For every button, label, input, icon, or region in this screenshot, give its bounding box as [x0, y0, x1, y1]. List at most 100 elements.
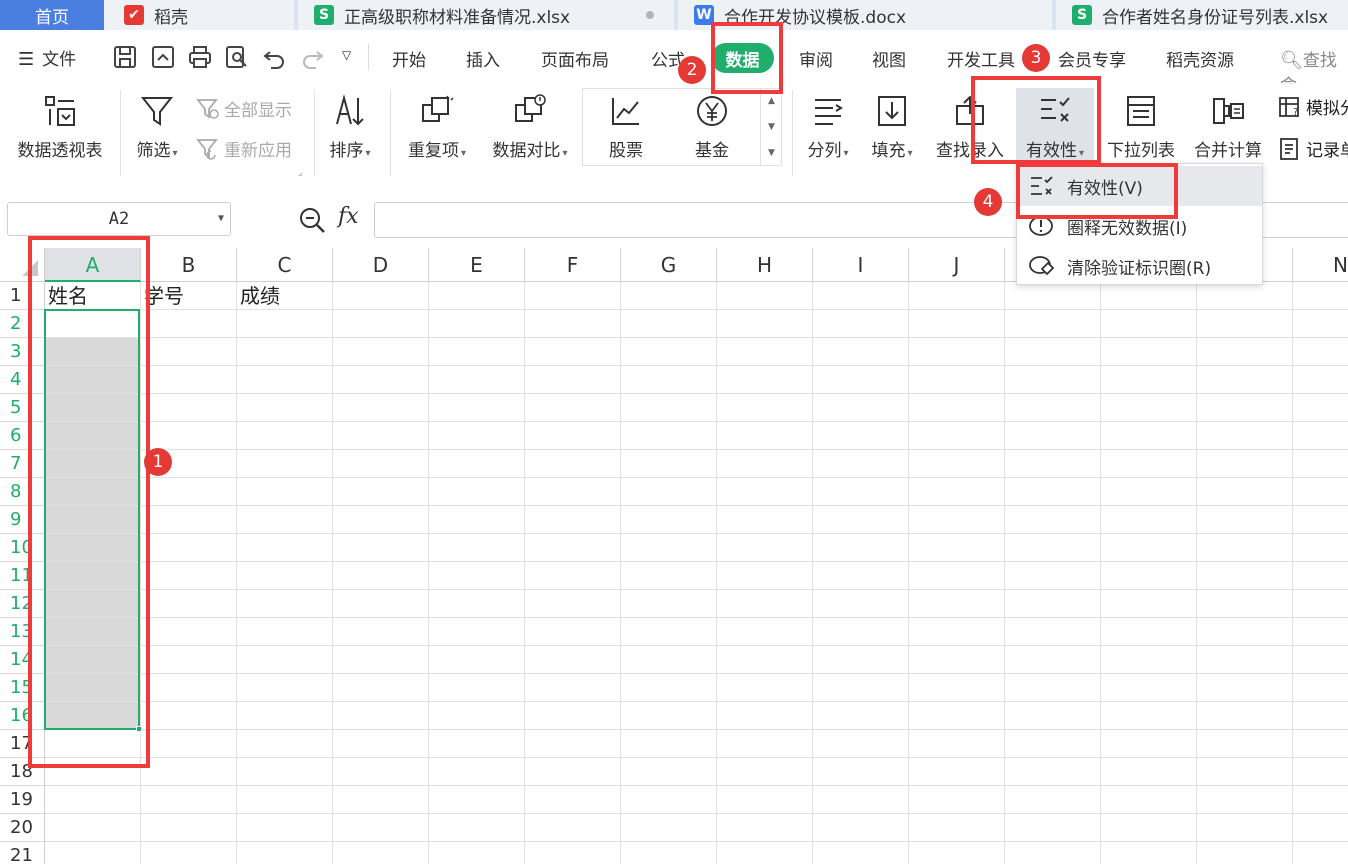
- cell[interactable]: [1197, 814, 1293, 842]
- cell[interactable]: [1101, 282, 1197, 310]
- cell[interactable]: [1197, 758, 1293, 786]
- cell[interactable]: [909, 702, 1005, 730]
- cell[interactable]: [333, 310, 429, 338]
- duplicates-button[interactable]: 重复项 ▾: [400, 94, 474, 161]
- cell[interactable]: [1293, 478, 1348, 506]
- cell[interactable]: [1005, 394, 1101, 422]
- cell[interactable]: [333, 758, 429, 786]
- cell[interactable]: [1005, 646, 1101, 674]
- cell[interactable]: [1197, 786, 1293, 814]
- cell[interactable]: [1197, 450, 1293, 478]
- cell[interactable]: [1101, 422, 1197, 450]
- cell[interactable]: [621, 422, 717, 450]
- cell[interactable]: [1197, 730, 1293, 758]
- cell[interactable]: [1197, 674, 1293, 702]
- cell[interactable]: [525, 366, 621, 394]
- file-menu[interactable]: ☰ 文件: [18, 45, 76, 70]
- cell[interactable]: [429, 338, 525, 366]
- column-header[interactable]: G: [621, 248, 717, 282]
- cell[interactable]: [909, 618, 1005, 646]
- cell[interactable]: [429, 478, 525, 506]
- cell[interactable]: [525, 338, 621, 366]
- cell[interactable]: [621, 478, 717, 506]
- cell[interactable]: [909, 646, 1005, 674]
- cell[interactable]: [1197, 478, 1293, 506]
- cell[interactable]: [813, 338, 909, 366]
- cell[interactable]: [1101, 618, 1197, 646]
- cell[interactable]: [525, 478, 621, 506]
- cell[interactable]: [237, 506, 333, 534]
- cell[interactable]: [813, 562, 909, 590]
- data-compare-button[interactable]: 数据对比 ▾: [486, 94, 574, 161]
- cell[interactable]: [429, 366, 525, 394]
- cell[interactable]: [525, 758, 621, 786]
- zoom-formula-icon[interactable]: [298, 206, 326, 234]
- cell[interactable]: [909, 562, 1005, 590]
- tab-review[interactable]: 审阅: [799, 46, 833, 71]
- cell[interactable]: [1293, 730, 1348, 758]
- cell[interactable]: [525, 422, 621, 450]
- cell[interactable]: [333, 422, 429, 450]
- cell[interactable]: [525, 534, 621, 562]
- cell[interactable]: [237, 758, 333, 786]
- column-header[interactable]: J: [909, 248, 1005, 282]
- cell[interactable]: [717, 786, 813, 814]
- cell[interactable]: [909, 786, 1005, 814]
- cell[interactable]: [1005, 758, 1101, 786]
- cell[interactable]: [621, 730, 717, 758]
- cell[interactable]: [1101, 478, 1197, 506]
- cell[interactable]: [621, 394, 717, 422]
- cell[interactable]: [621, 786, 717, 814]
- cell[interactable]: [813, 422, 909, 450]
- cell[interactable]: [621, 562, 717, 590]
- cell[interactable]: [1101, 562, 1197, 590]
- column-header[interactable]: N: [1293, 248, 1348, 282]
- cell[interactable]: [717, 478, 813, 506]
- cell[interactable]: [237, 730, 333, 758]
- cell[interactable]: [1101, 786, 1197, 814]
- cell[interactable]: [813, 814, 909, 842]
- show-all-button[interactable]: 全部显示: [196, 96, 292, 121]
- cell[interactable]: [813, 702, 909, 730]
- cell[interactable]: [141, 730, 237, 758]
- cell[interactable]: [1005, 450, 1101, 478]
- cell[interactable]: [1293, 590, 1348, 618]
- cell[interactable]: [237, 422, 333, 450]
- cell[interactable]: [621, 618, 717, 646]
- cell[interactable]: [1101, 394, 1197, 422]
- cell[interactable]: [525, 646, 621, 674]
- cell[interactable]: [1101, 646, 1197, 674]
- save-icon[interactable]: [112, 44, 138, 70]
- cell[interactable]: [1293, 646, 1348, 674]
- cell[interactable]: [333, 590, 429, 618]
- cell[interactable]: [909, 310, 1005, 338]
- cell[interactable]: [1101, 310, 1197, 338]
- cell[interactable]: [333, 814, 429, 842]
- cell[interactable]: [525, 394, 621, 422]
- export-icon[interactable]: [150, 44, 176, 70]
- cell[interactable]: [717, 730, 813, 758]
- cell[interactable]: [141, 814, 237, 842]
- cell[interactable]: [1005, 814, 1101, 842]
- print-icon[interactable]: [187, 44, 213, 70]
- cell[interactable]: [429, 702, 525, 730]
- cell[interactable]: [141, 506, 237, 534]
- cell[interactable]: [813, 478, 909, 506]
- cell[interactable]: [1101, 450, 1197, 478]
- column-header[interactable]: D: [333, 248, 429, 282]
- cell[interactable]: [333, 730, 429, 758]
- stock-button[interactable]: 股票: [596, 94, 656, 161]
- cell[interactable]: [909, 478, 1005, 506]
- name-box[interactable]: A2 ▼: [7, 202, 231, 236]
- cell[interactable]: [237, 814, 333, 842]
- row-header[interactable]: 19: [0, 786, 45, 814]
- cell[interactable]: [141, 786, 237, 814]
- cell[interactable]: [1197, 366, 1293, 394]
- dropdown-list-button[interactable]: 下拉列表: [1102, 94, 1180, 161]
- cell[interactable]: [333, 506, 429, 534]
- cell[interactable]: [621, 842, 717, 864]
- cell[interactable]: [621, 702, 717, 730]
- cell[interactable]: [525, 674, 621, 702]
- cell[interactable]: [429, 534, 525, 562]
- row-header[interactable]: 20: [0, 814, 45, 842]
